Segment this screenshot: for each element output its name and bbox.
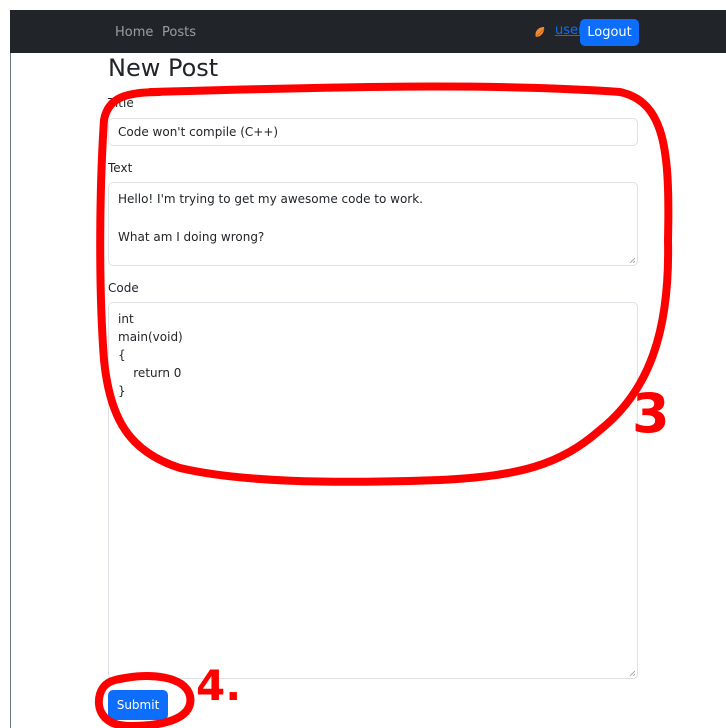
title-input[interactable]: Code won't compile (C++) [108,118,638,146]
resize-grip-icon[interactable] [630,671,635,676]
leaf-user-icon [535,27,545,38]
code-textarea[interactable]: int main(void) { return 0 } [108,302,638,679]
page-title: New Post [108,54,219,82]
left-border [10,10,11,728]
code-content: int main(void) { return 0 } [118,312,183,398]
code-label: Code [108,281,139,295]
text-label: Text [108,161,133,175]
nav-link-posts[interactable]: Posts [162,26,196,40]
submit-button[interactable]: Submit [108,690,168,720]
page: Home Posts user Logout New Post Title Co… [0,0,726,728]
title-label: Title [108,96,134,110]
text-textarea[interactable]: Hello! I'm trying to get my awesome code… [108,182,638,266]
resize-grip-icon[interactable] [630,258,635,263]
logout-button[interactable]: Logout [580,19,639,46]
text-content: Hello! I'm trying to get my awesome code… [118,192,423,244]
top-strip [0,0,726,10]
nav-link-home[interactable]: Home [115,26,153,40]
